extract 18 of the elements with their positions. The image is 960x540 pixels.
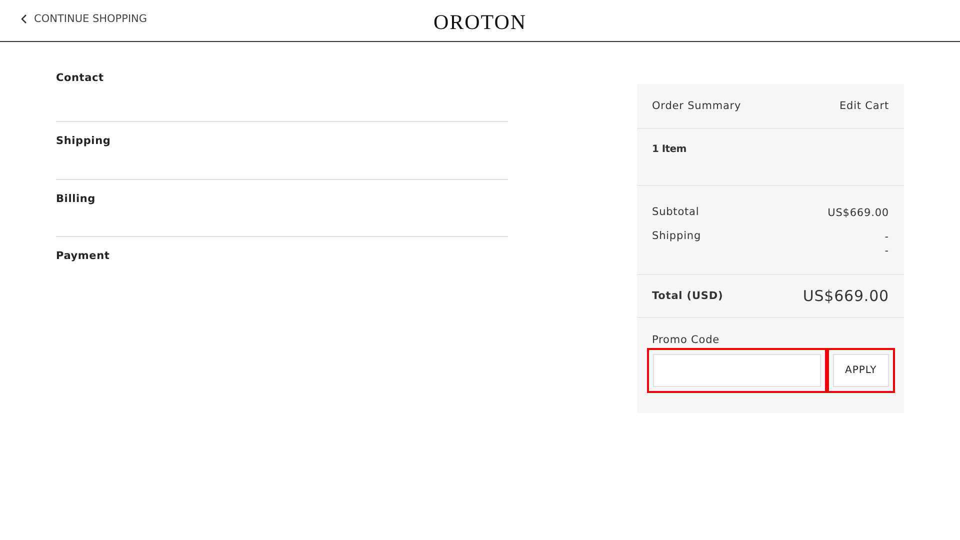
step-heading: Payment xyxy=(56,250,110,262)
promo-code-label: Promo Code xyxy=(652,334,721,346)
item-count: 1 Item xyxy=(652,144,686,155)
brand-logo[interactable]: OROTON xyxy=(433,10,527,35)
continue-shopping-link[interactable]: CONTINUE SHOPPING xyxy=(20,13,148,25)
total-label: Total (USD) xyxy=(652,290,724,302)
summary-line-value: - xyxy=(884,244,889,258)
summary-line-label: Shipping xyxy=(652,230,702,242)
step-heading: Billing xyxy=(56,193,96,205)
summary-line-value: - xyxy=(884,230,889,244)
edit-cart-link[interactable]: Edit Cart xyxy=(840,100,889,112)
total-value: US$669.00 xyxy=(802,287,889,305)
step-heading: Shipping xyxy=(56,135,111,147)
step-heading: Contact xyxy=(56,72,104,84)
chevron-left-icon xyxy=(20,14,28,24)
summary-title: Order Summary xyxy=(652,100,742,112)
summary-line-label: Subtotal xyxy=(652,206,700,218)
summary-line-value: US$669.00 xyxy=(828,206,889,220)
